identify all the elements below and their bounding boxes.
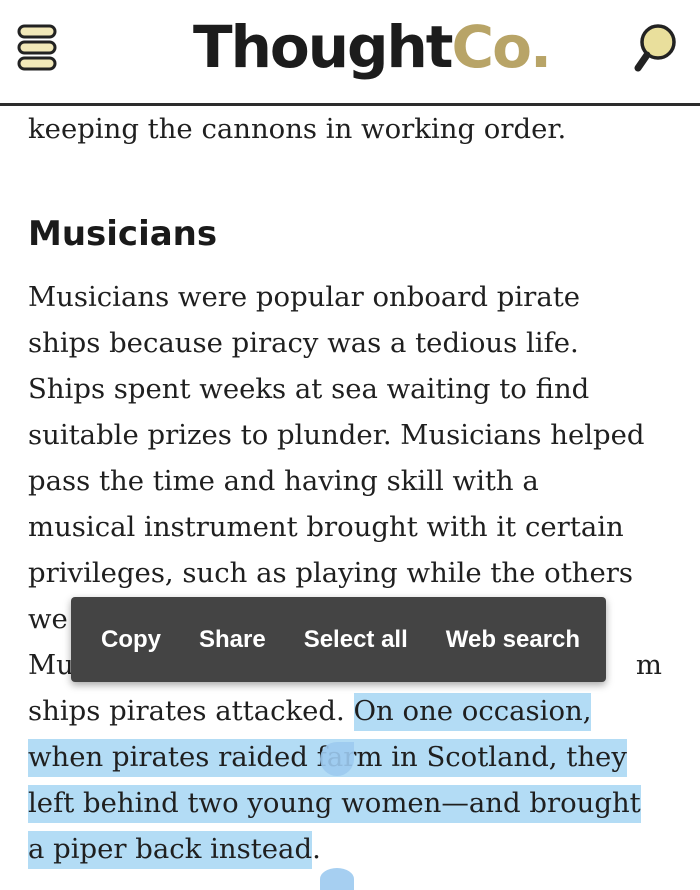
article-text-line: left behind two young women—and brought xyxy=(28,780,662,826)
web-search-button[interactable]: Web search xyxy=(427,597,599,682)
selection-start-handle[interactable] xyxy=(320,742,354,776)
selected-text[interactable]: when pirates raided xyxy=(28,739,317,777)
obscured-text-start: Mu xyxy=(28,649,74,681)
selection-end-handle[interactable] xyxy=(320,868,354,890)
article-text-line: Musicians were popular onboard pirate xyxy=(28,281,581,313)
article-text-line: suitable prizes to plunder. Musicians he… xyxy=(28,419,645,451)
copy-button[interactable]: Copy xyxy=(71,597,180,682)
plain-text: ships pirates attacked. xyxy=(28,695,354,727)
logo-primary: Thought xyxy=(193,13,454,81)
search-icon[interactable] xyxy=(634,22,680,74)
share-button[interactable]: Share xyxy=(180,597,285,682)
selected-text[interactable]: On one occasion, xyxy=(353,693,592,731)
article-text-line: pass the time and having skill with a xyxy=(28,465,539,497)
article-text-line: a piper back instead. xyxy=(28,826,662,872)
select-all-button[interactable]: Select all xyxy=(285,597,427,682)
selected-text[interactable]: a piper back instead xyxy=(28,831,313,869)
site-header: ThoughtCo. xyxy=(0,0,700,106)
text-selection-toolbar: Copy Share Select all Web search xyxy=(71,597,606,682)
section-heading: Musicians xyxy=(28,214,218,254)
selected-text[interactable]: farm in Scotland, they xyxy=(316,739,627,777)
plain-text: . xyxy=(312,833,321,865)
article-text-line: privileges, such as playing while the ot… xyxy=(28,557,634,589)
hamburger-icon[interactable] xyxy=(17,24,57,72)
article-text-line: ships because piracy was a tedious life. xyxy=(28,327,579,359)
selected-text[interactable]: left behind two young women—and brought xyxy=(28,785,641,823)
logo-accent: Co. xyxy=(451,13,552,81)
article-text-line: keeping the cannons in working order. xyxy=(28,113,567,145)
article-paragraph: Musicians were popular onboard pirate sh… xyxy=(28,274,662,872)
obscured-text-end: m xyxy=(635,649,662,681)
article-text-line: ships pirates attacked. On one occasion, xyxy=(28,688,662,734)
article-text-line: Ships spent weeks at sea waiting to find xyxy=(28,373,590,405)
article-text-line: musical instrument brought with it certa… xyxy=(28,511,624,543)
thoughtco-logo[interactable]: ThoughtCo. xyxy=(193,12,552,82)
